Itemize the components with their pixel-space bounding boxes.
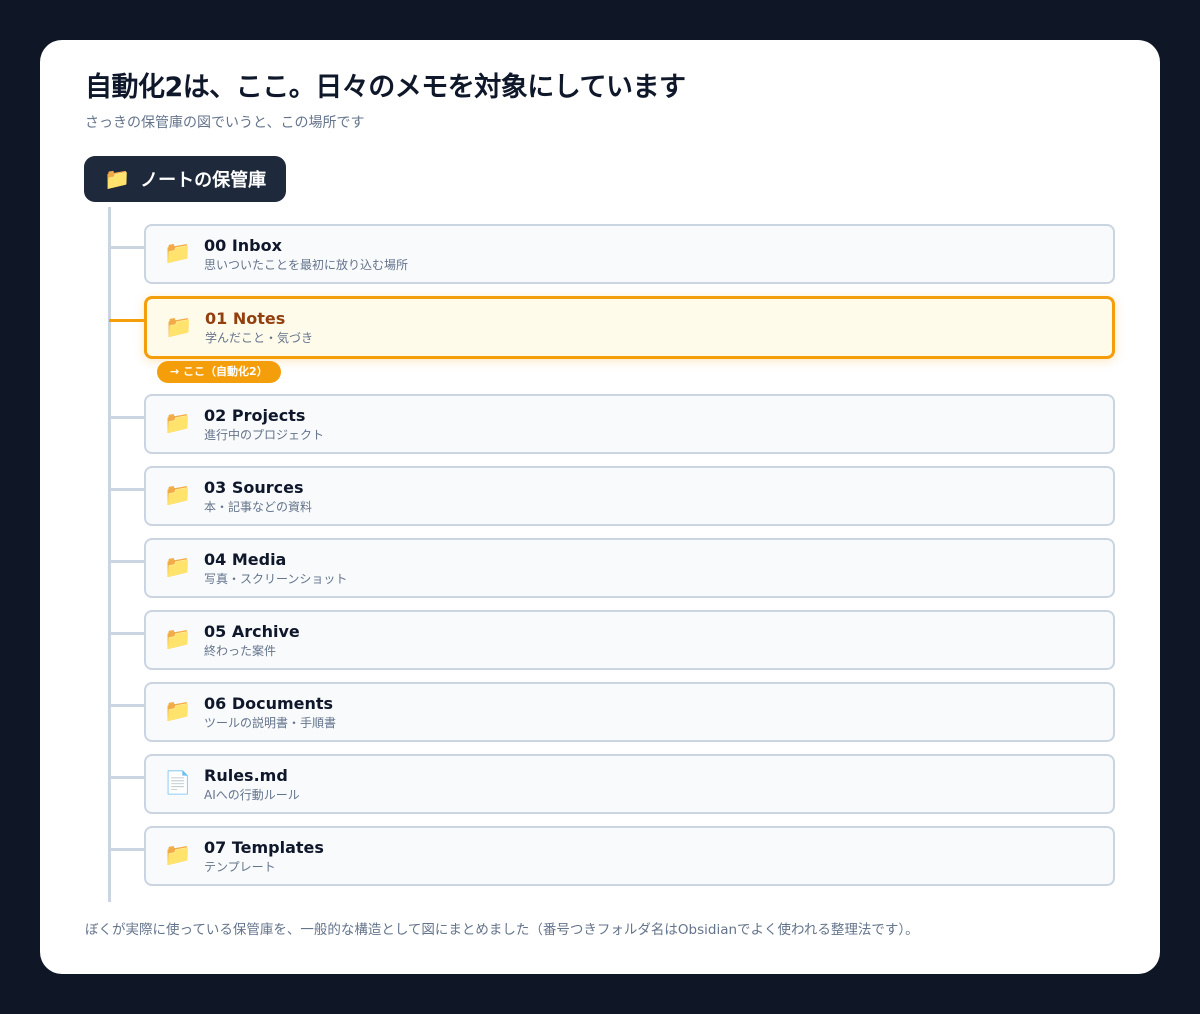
- page-title: 自動化2は、ここ。日々のメモを対象にしています: [85, 72, 686, 103]
- tree-branch-line-highlight: [109, 319, 144, 322]
- folder-item-archive: 📁 05 Archive 終わった案件: [144, 610, 1115, 670]
- footnote: ぼくが実際に使っている保管庫を、一般的な構造として図にまとめました（番号つきフォ…: [85, 922, 919, 938]
- here-badge: → ここ（自動化2）: [157, 361, 281, 383]
- folder-description: テンプレート: [204, 859, 276, 874]
- folder-icon: 📁: [164, 843, 192, 868]
- folder-item-notes: 📁 01 Notes 学んだこと・気づき: [144, 296, 1115, 359]
- vault-root-label: ノートの保管庫: [140, 170, 267, 191]
- folder-name: 02 Projects: [204, 405, 306, 425]
- tree-trunk-line: [108, 207, 111, 902]
- folder-description: 進行中のプロジェクト: [204, 427, 325, 442]
- folder-icon: 📁: [165, 314, 193, 340]
- folder-item-templates: 📁 07 Templates テンプレート: [144, 826, 1115, 886]
- page-subtitle: さっきの保管庫の図でいうと、この場所です: [85, 115, 365, 131]
- folder-description: 学んだこと・気づき: [205, 331, 314, 345]
- folder-description: 本・記事などの資料: [204, 499, 313, 514]
- folder-icon: 📁: [164, 411, 192, 436]
- folder-name: 06 Documents: [204, 693, 334, 713]
- folder-item-inbox: 📁 00 Inbox 思いついたことを最初に放り込む場所: [144, 224, 1115, 284]
- tree-branch-line: [109, 416, 144, 419]
- tree-branch-line: [109, 704, 144, 707]
- folder-icon: 📁: [164, 483, 192, 508]
- folder-description: 終わった案件: [204, 643, 277, 658]
- folder-description: 思いついたことを最初に放り込む場所: [204, 257, 409, 272]
- file-icon: 📄: [164, 771, 192, 796]
- tree-branch-line: [109, 488, 144, 491]
- tree-branch-line: [109, 632, 144, 635]
- folder-item-projects: 📁 02 Projects 進行中のプロジェクト: [144, 394, 1115, 454]
- tree-branch-line: [109, 560, 144, 563]
- file-description: AIへの行動ルール: [204, 787, 300, 802]
- file-name: Rules.md: [204, 765, 288, 785]
- vault-root-node: 📁 ノートの保管庫: [84, 156, 287, 202]
- tree-branch-line: [109, 776, 144, 779]
- folder-icon: 📁: [164, 241, 192, 266]
- folder-item-documents: 📁 06 Documents ツールの説明書・手順書: [144, 682, 1115, 742]
- tree-branch-line: [109, 246, 144, 249]
- folder-description: ツールの説明書・手順書: [204, 715, 337, 730]
- folder-name: 01 Notes: [205, 309, 286, 328]
- folder-name: 00 Inbox: [204, 235, 282, 255]
- folder-name: 04 Media: [204, 549, 287, 569]
- folder-icon: 📁: [164, 555, 192, 580]
- tree-branch-line: [109, 848, 144, 851]
- folder-description: 写真・スクリーンショット: [204, 571, 348, 586]
- file-item-rules: 📄 Rules.md AIへの行動ルール: [144, 754, 1115, 814]
- folder-icon: 📁: [104, 166, 131, 191]
- folder-item-sources: 📁 03 Sources 本・記事などの資料: [144, 466, 1115, 526]
- folder-name: 05 Archive: [204, 621, 300, 641]
- folder-name: 07 Templates: [204, 837, 324, 857]
- diagram-card: 自動化2は、ここ。日々のメモを対象にしています さっきの保管庫の図でいうと、この…: [40, 40, 1160, 974]
- folder-icon: 📁: [164, 627, 192, 652]
- folder-item-media: 📁 04 Media 写真・スクリーンショット: [144, 538, 1115, 598]
- folder-name: 03 Sources: [204, 477, 304, 497]
- folder-icon: 📁: [164, 699, 192, 724]
